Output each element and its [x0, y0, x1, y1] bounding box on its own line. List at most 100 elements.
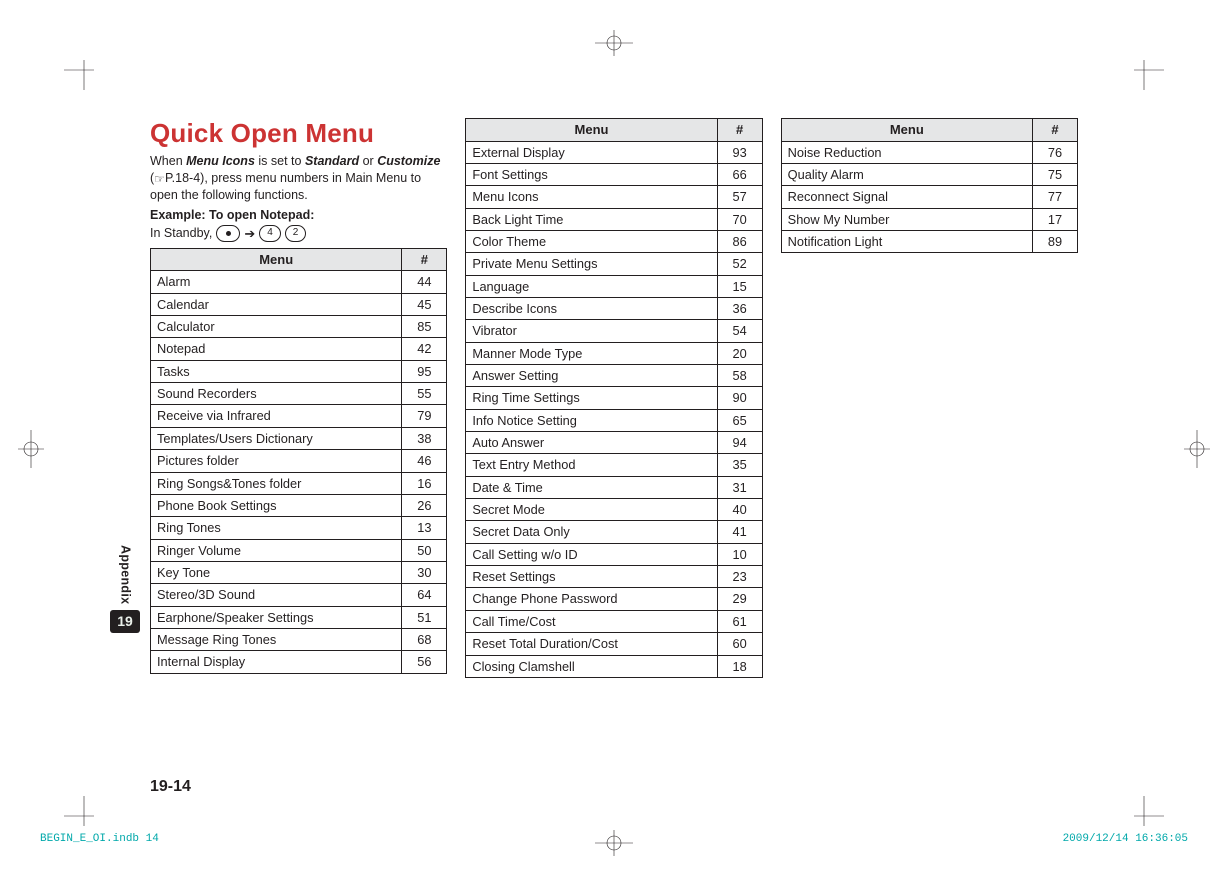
- example-line: Example: To open Notepad:: [150, 208, 447, 223]
- table-row: Auto Answer94: [466, 432, 762, 454]
- menu-cell: Closing Clamshell: [466, 655, 717, 677]
- table-row: Color Theme86: [466, 230, 762, 252]
- crop-mark-icon: [1134, 60, 1164, 90]
- menu-cell: Message Ring Tones: [151, 628, 402, 650]
- table-row: Font Settings66: [466, 163, 762, 185]
- table-row: Vibrator54: [466, 320, 762, 342]
- table-row: Answer Setting58: [466, 365, 762, 387]
- number-cell: 15: [717, 275, 762, 297]
- table-row: Noise Reduction76: [781, 141, 1077, 163]
- table-row: Call Setting w/o ID10: [466, 543, 762, 565]
- table-row: Internal Display56: [151, 651, 447, 673]
- table-row: Ringer Volume50: [151, 539, 447, 561]
- menu-cell: Alarm: [151, 271, 402, 293]
- menu-cell: Reset Total Duration/Cost: [466, 633, 717, 655]
- menu-cell: Tasks: [151, 360, 402, 382]
- number-cell: 68: [402, 628, 447, 650]
- number-cell: 70: [717, 208, 762, 230]
- menu-cell: Menu Icons: [466, 186, 717, 208]
- menu-cell: Date & Time: [466, 476, 717, 498]
- center-key-icon: [216, 225, 240, 242]
- menu-cell: Notepad: [151, 338, 402, 360]
- number-cell: 38: [402, 427, 447, 449]
- table-row: Info Notice Setting65: [466, 409, 762, 431]
- menu-cell: Info Notice Setting: [466, 409, 717, 431]
- col-header-num: #: [717, 119, 762, 142]
- menu-cell: Receive via Infrared: [151, 405, 402, 427]
- reference-icon: ☞: [154, 171, 165, 187]
- table-row: Stereo/3D Sound64: [151, 584, 447, 606]
- number-cell: 79: [402, 405, 447, 427]
- number-cell: 20: [717, 342, 762, 364]
- menu-cell: Color Theme: [466, 230, 717, 252]
- table-row: Text Entry Method35: [466, 454, 762, 476]
- menu-cell: Notification Light: [781, 230, 1032, 252]
- col-header-menu: Menu: [781, 119, 1032, 142]
- menu-cell: Language: [466, 275, 717, 297]
- number-cell: 75: [1032, 163, 1077, 185]
- page-sheet: Appendix 19 Quick Open Menu When Menu Ic…: [0, 0, 1228, 886]
- table-row: Phone Book Settings26: [151, 494, 447, 516]
- menu-cell: Auto Answer: [466, 432, 717, 454]
- col-header-menu: Menu: [466, 119, 717, 142]
- menu-cell: Font Settings: [466, 163, 717, 185]
- table-row: Calendar45: [151, 293, 447, 315]
- page-title: Quick Open Menu: [150, 118, 447, 149]
- table-row: Secret Data Only41: [466, 521, 762, 543]
- menu-cell: Ring Tones: [151, 517, 402, 539]
- menu-cell: Internal Display: [151, 651, 402, 673]
- number-cell: 58: [717, 365, 762, 387]
- table-row: Date & Time31: [466, 476, 762, 498]
- menu-cell: Reset Settings: [466, 566, 717, 588]
- menu-cell: Change Phone Password: [466, 588, 717, 610]
- table-row: Reset Total Duration/Cost60: [466, 633, 762, 655]
- number-cell: 55: [402, 383, 447, 405]
- number-cell: 40: [717, 499, 762, 521]
- menu-cell: Stereo/3D Sound: [151, 584, 402, 606]
- table-body: Noise Reduction76Quality Alarm75Reconnec…: [781, 141, 1077, 253]
- section-label: Appendix: [118, 545, 133, 604]
- chapter-number: 19: [110, 610, 140, 633]
- menu-cell: Templates/Users Dictionary: [151, 427, 402, 449]
- column-3: Menu # Noise Reduction76Quality Alarm75R…: [781, 118, 1078, 796]
- registration-mark-icon: [595, 30, 633, 56]
- number-cell: 61: [717, 610, 762, 632]
- menu-cell: Ringer Volume: [151, 539, 402, 561]
- table-row: Reset Settings23: [466, 566, 762, 588]
- menu-cell: Text Entry Method: [466, 454, 717, 476]
- menu-cell: Reconnect Signal: [781, 186, 1032, 208]
- menu-cell: Key Tone: [151, 561, 402, 583]
- number-cell: 46: [402, 450, 447, 472]
- table-row: Ring Time Settings90: [466, 387, 762, 409]
- menu-cell: Noise Reduction: [781, 141, 1032, 163]
- number-cell: 10: [717, 543, 762, 565]
- table-row: Notepad42: [151, 338, 447, 360]
- number-cell: 95: [402, 360, 447, 382]
- menu-cell: Call Setting w/o ID: [466, 543, 717, 565]
- menu-cell: Ring Songs&Tones folder: [151, 472, 402, 494]
- col-header-num: #: [1032, 119, 1077, 142]
- menu-cell: Calculator: [151, 316, 402, 338]
- table-row: Describe Icons36: [466, 298, 762, 320]
- menu-cell: Sound Recorders: [151, 383, 402, 405]
- menu-cell: Calendar: [151, 293, 402, 315]
- number-cell: 30: [402, 561, 447, 583]
- number-cell: 26: [402, 494, 447, 516]
- digit-key-icon: 4: [259, 225, 281, 242]
- number-cell: 89: [1032, 230, 1077, 252]
- number-cell: 17: [1032, 208, 1077, 230]
- table-row: Tasks95: [151, 360, 447, 382]
- table-row: Secret Mode40: [466, 499, 762, 521]
- table-row: Show My Number17: [781, 208, 1077, 230]
- menu-cell: Back Light Time: [466, 208, 717, 230]
- number-cell: 18: [717, 655, 762, 677]
- crop-mark-icon: [64, 60, 94, 90]
- table-row: Ring Songs&Tones folder16: [151, 472, 447, 494]
- menu-cell: Answer Setting: [466, 365, 717, 387]
- table-body: Alarm44Calendar45Calculator85Notepad42Ta…: [151, 271, 447, 673]
- table-row: Pictures folder46: [151, 450, 447, 472]
- content-area: Quick Open Menu When Menu Icons is set t…: [150, 118, 1078, 796]
- table-row: Receive via Infrared79: [151, 405, 447, 427]
- number-cell: 57: [717, 186, 762, 208]
- table-row: Back Light Time70: [466, 208, 762, 230]
